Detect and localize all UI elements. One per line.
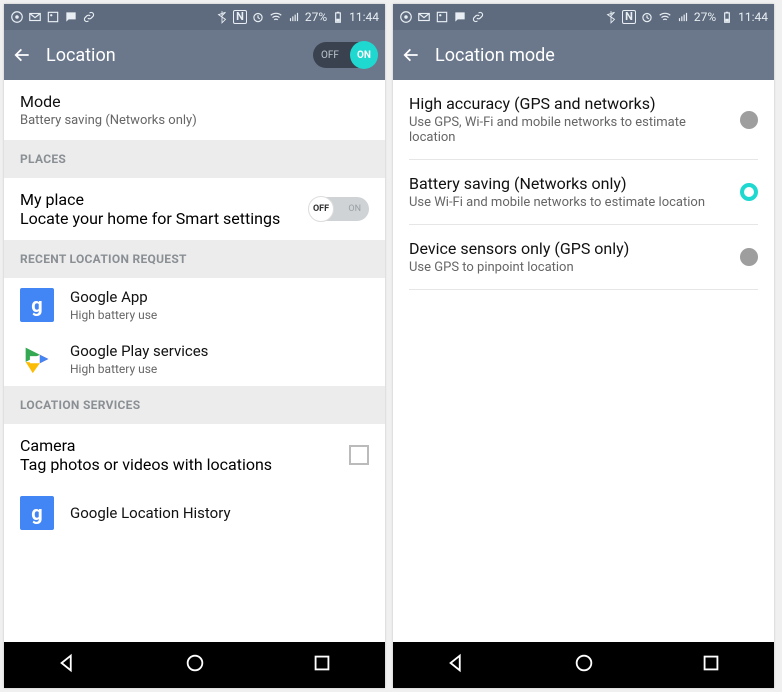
link-icon xyxy=(82,10,96,24)
battery-icon xyxy=(331,10,345,24)
nav-recent-icon[interactable] xyxy=(700,652,722,678)
location-history-row[interactable]: g Google Location History xyxy=(4,486,385,540)
google-app-icon: g xyxy=(20,288,54,322)
screen-location: N 27% 11:44 Location OFF ON Mode Battery… xyxy=(4,4,385,688)
status-bar: N 27% 11:44 xyxy=(393,4,774,30)
mode-option-battery-saving[interactable]: Battery saving (Networks only) Use Wi-Fi… xyxy=(393,160,774,224)
message-icon xyxy=(64,10,78,24)
myplace-toggle[interactable]: ON OFF xyxy=(309,197,369,221)
camera-title: Camera xyxy=(20,436,272,455)
content-area: High accuracy (GPS and networks) Use GPS… xyxy=(393,80,774,642)
bluetooth-icon xyxy=(215,10,229,24)
mode-row[interactable]: Mode Battery saving (Networks only) xyxy=(4,80,385,140)
screen-location-mode: N 27% 11:44 Location mode High accuracy … xyxy=(393,4,774,688)
page-title: Location mode xyxy=(435,45,766,66)
wifi-icon xyxy=(269,10,283,24)
opt1-title: High accuracy (GPS and networks) xyxy=(409,94,728,113)
nav-back-icon[interactable] xyxy=(57,652,79,678)
clock-text: 11:44 xyxy=(349,10,379,24)
app2-title: Google Play services xyxy=(70,342,208,360)
radio-selected[interactable] xyxy=(740,183,758,201)
radio-unselected[interactable] xyxy=(740,248,758,266)
photo-icon xyxy=(435,10,449,24)
whatsapp-icon xyxy=(399,10,413,24)
app2-sub: High battery use xyxy=(70,362,208,376)
nav-home-icon[interactable] xyxy=(184,652,206,678)
app-row-google-app[interactable]: g Google App High battery use xyxy=(4,278,385,332)
mail-icon xyxy=(28,10,42,24)
section-places: PLACES xyxy=(4,140,385,178)
opt1-sub: Use GPS, Wi-Fi and mobile networks to es… xyxy=(409,115,728,145)
myplace-title: My place xyxy=(20,190,280,209)
clock-text: 11:44 xyxy=(738,10,768,24)
nav-bar xyxy=(393,642,774,688)
nfc-icon: N xyxy=(622,10,636,24)
page-title: Location xyxy=(46,45,299,66)
back-icon[interactable] xyxy=(401,45,421,65)
camera-checkbox[interactable] xyxy=(349,445,369,465)
section-recent: RECENT LOCATION REQUEST xyxy=(4,240,385,278)
status-bar: N 27% 11:44 xyxy=(4,4,385,30)
nav-back-icon[interactable] xyxy=(446,652,468,678)
toggle-knob-off: OFF xyxy=(308,196,334,222)
app1-sub: High battery use xyxy=(70,308,157,322)
history-title: Google Location History xyxy=(70,504,231,522)
play-services-icon xyxy=(20,342,54,376)
divider xyxy=(409,289,758,290)
wifi-icon xyxy=(658,10,672,24)
location-master-toggle[interactable]: OFF ON xyxy=(313,42,377,68)
signal-icon xyxy=(676,10,690,24)
section-services: LOCATION SERVICES xyxy=(4,386,385,424)
myplace-row[interactable]: My place Locate your home for Smart sett… xyxy=(4,178,385,240)
signal-icon xyxy=(287,10,301,24)
radio-unselected[interactable] xyxy=(740,111,758,129)
opt2-title: Battery saving (Networks only) xyxy=(409,174,728,193)
message-icon xyxy=(453,10,467,24)
mode-sub: Battery saving (Networks only) xyxy=(20,113,369,128)
bluetooth-icon xyxy=(604,10,618,24)
battery-pct: 27% xyxy=(694,10,716,24)
myplace-sub: Locate your home for Smart settings xyxy=(20,209,280,228)
camera-sub: Tag photos or videos with locations xyxy=(20,455,272,474)
opt2-sub: Use Wi-Fi and mobile networks to estimat… xyxy=(409,195,728,210)
nav-bar xyxy=(4,642,385,688)
whatsapp-icon xyxy=(10,10,24,24)
google-history-icon: g xyxy=(20,496,54,530)
app-row-play-services[interactable]: Google Play services High battery use xyxy=(4,332,385,386)
opt3-sub: Use GPS to pinpoint location xyxy=(409,260,728,275)
nav-recent-icon[interactable] xyxy=(311,652,333,678)
content-area: Mode Battery saving (Networks only) PLAC… xyxy=(4,80,385,642)
battery-icon xyxy=(720,10,734,24)
app-bar: Location OFF ON xyxy=(4,30,385,80)
camera-row[interactable]: Camera Tag photos or videos with locatio… xyxy=(4,424,385,486)
toggle-on-label: ON xyxy=(348,204,361,214)
mode-title: Mode xyxy=(20,92,369,111)
mode-option-high-accuracy[interactable]: High accuracy (GPS and networks) Use GPS… xyxy=(393,80,774,159)
app-bar: Location mode xyxy=(393,30,774,80)
opt3-title: Device sensors only (GPS only) xyxy=(409,239,728,258)
nav-home-icon[interactable] xyxy=(573,652,595,678)
alarm-icon xyxy=(640,10,654,24)
toggle-knob-on: ON xyxy=(350,41,378,69)
back-icon[interactable] xyxy=(12,45,32,65)
alarm-icon xyxy=(251,10,265,24)
photo-icon xyxy=(46,10,60,24)
link-icon xyxy=(471,10,485,24)
battery-pct: 27% xyxy=(305,10,327,24)
nfc-icon: N xyxy=(233,10,247,24)
mail-icon xyxy=(417,10,431,24)
app1-title: Google App xyxy=(70,288,157,306)
toggle-off-label: OFF xyxy=(321,50,339,61)
mode-option-device-sensors[interactable]: Device sensors only (GPS only) Use GPS t… xyxy=(393,225,774,289)
